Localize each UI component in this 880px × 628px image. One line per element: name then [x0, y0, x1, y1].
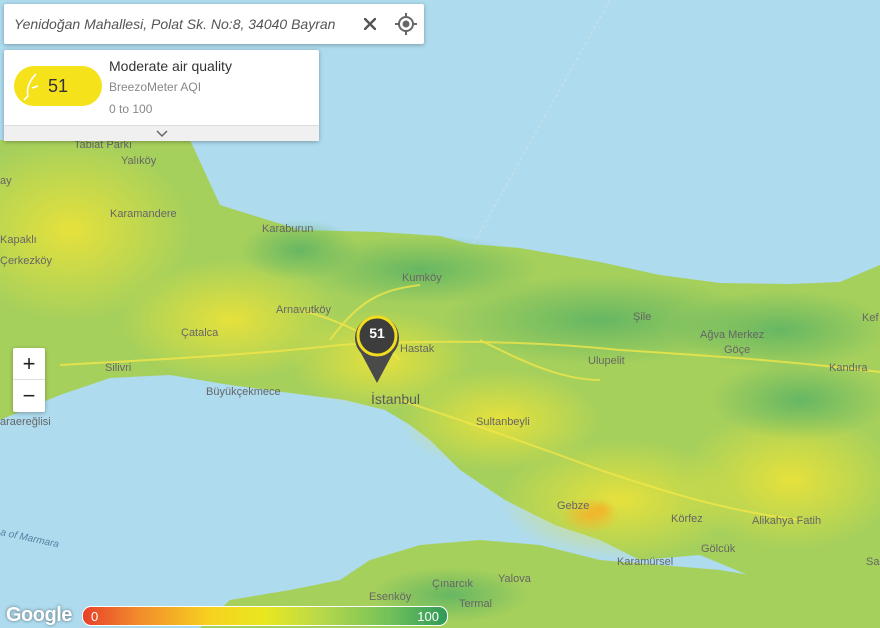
location-marker[interactable]: 51 — [352, 313, 402, 385]
zoom-control: + − — [13, 348, 45, 412]
my-location-icon — [395, 13, 417, 35]
aqi-legend: 0 100 — [82, 606, 448, 626]
label-ulupelit: Ulupelit — [588, 355, 625, 367]
expand-card-button[interactable] — [4, 125, 319, 141]
search-bar — [4, 4, 424, 44]
label-alikahya-fatih: Alikahya Fatih — [752, 515, 821, 527]
label-edge-left: ay — [0, 175, 12, 187]
label-arnavutkoy: Arnavutköy — [276, 304, 332, 316]
label-cerkezkoy: Çerkezköy — [0, 255, 52, 267]
label-goce: Göçe — [724, 344, 750, 356]
address-search-input[interactable] — [14, 14, 344, 34]
label-kumkoy: Kumköy — [402, 272, 442, 284]
air-quality-card: 51 Moderate air quality BreezoMeter AQI … — [4, 50, 319, 141]
google-logo: Google — [6, 604, 72, 626]
label-cinarcik: Çınarcık — [432, 578, 473, 590]
label-buyukcekmece: Büyükçekmece — [206, 386, 281, 398]
chevron-down-icon — [155, 129, 168, 137]
zoom-out-button[interactable]: − — [13, 380, 45, 411]
map-pin-icon — [355, 315, 399, 383]
label-catalca: Çatalca — [181, 327, 219, 339]
clear-search-button[interactable] — [360, 14, 380, 34]
legend-min: 0 — [91, 609, 99, 624]
label-karamursel: Karamürsel — [617, 556, 673, 568]
label-karaburun: Karaburun — [262, 223, 313, 235]
aqi-source: BreezoMeter AQI — [109, 80, 202, 94]
label-esenkoy: Esenköy — [369, 591, 412, 603]
label-kandira: Kandıra — [829, 362, 868, 374]
label-hastak: Hastak — [400, 343, 435, 355]
label-yalova: Yalova — [498, 573, 532, 585]
label-marmaraereglisi: araereğlisi — [0, 416, 51, 428]
label-agva-merkez: Ağva Merkez — [700, 329, 764, 341]
label-istanbul: İstanbul — [371, 390, 420, 407]
label-karamandere: Karamandere — [110, 208, 177, 220]
label-edge-right: Sa — [866, 556, 880, 568]
label-kefken: Kef — [862, 312, 879, 324]
label-korfez: Körfez — [671, 513, 703, 525]
label-golcuk: Gölcük — [701, 543, 736, 555]
marker-aqi-value: 51 — [369, 325, 385, 341]
label-silivri: Silivri — [105, 362, 131, 374]
label-kapakli: Kapaklı — [0, 234, 37, 246]
label-gebze: Gebze — [557, 500, 589, 512]
aqi-range: 0 to 100 — [109, 102, 153, 116]
label-sultanbeyli: Sultanbeyli — [476, 416, 530, 428]
label-sile: Şile — [633, 311, 651, 323]
aqi-title: Moderate air quality — [109, 58, 232, 74]
aqi-badge: 51 — [14, 66, 102, 106]
legend-max: 100 — [417, 609, 439, 624]
aqi-value: 51 — [47, 76, 69, 96]
label-termal: Termal — [459, 598, 492, 610]
close-icon — [364, 18, 376, 30]
zoom-in-button[interactable]: + — [13, 348, 45, 380]
my-location-button[interactable] — [394, 12, 418, 36]
label-yalikoy: Yalıköy — [121, 155, 157, 167]
